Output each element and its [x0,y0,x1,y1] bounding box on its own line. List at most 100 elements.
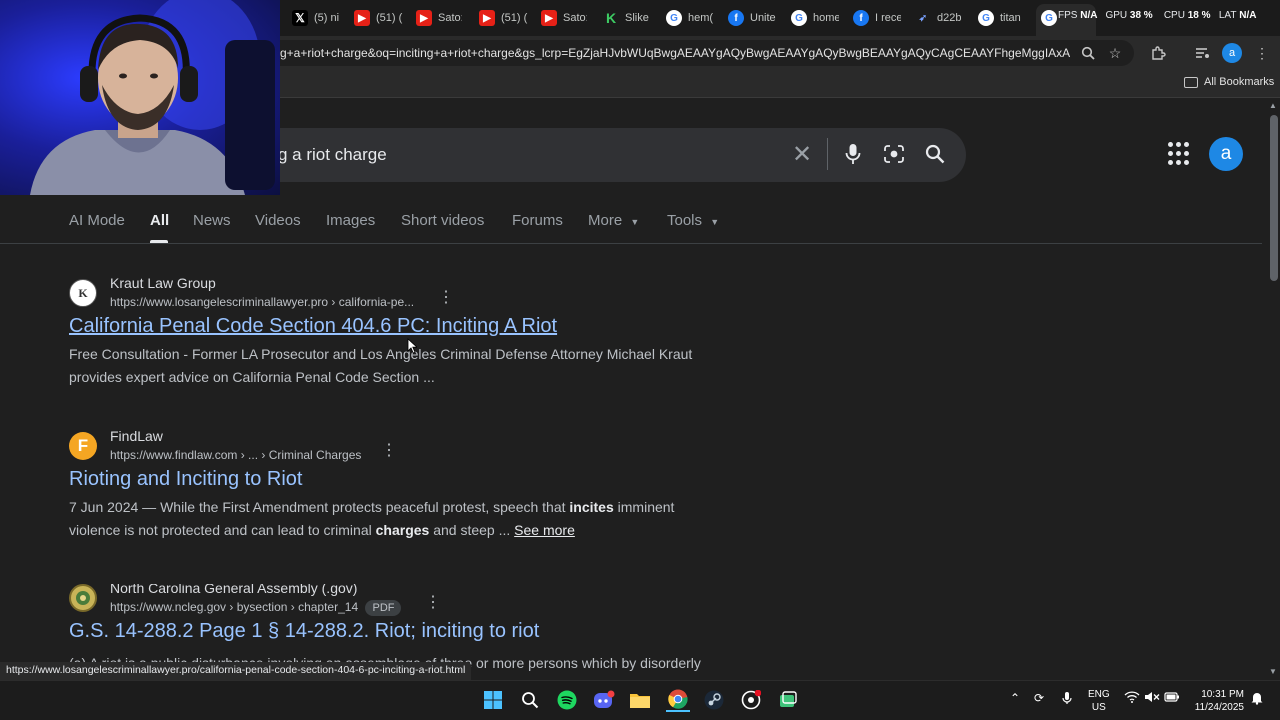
scrollbar-thumb[interactable] [1270,115,1278,281]
search-nav-tabs: AI Mode All News Videos Images Short vid… [0,208,1260,244]
tab-3[interactable]: ▶ (51) ( [479,6,529,30]
app-launcher-icon[interactable] [776,688,800,712]
battery-icon[interactable] [1164,691,1180,706]
tab-8[interactable]: G home [791,6,839,30]
file-explorer-icon[interactable] [628,688,652,712]
gpu-value: 38 % [1129,10,1153,21]
findlaw-favicon-icon[interactable]: F [69,432,97,460]
tab-4[interactable]: ▶ Sato: [541,6,587,30]
tools-button[interactable]: Tools ▼ [667,212,719,229]
youtube-icon: ▶ [541,10,557,26]
link-status-bubble: https://www.losangelescriminallawyer.pro… [0,662,472,680]
search-input[interactable]: g a riot charge [278,145,387,165]
tab-9[interactable]: f I rece [853,6,901,30]
volume-muted-icon[interactable] [1144,691,1160,706]
tray-overflow-icon[interactable]: ⌃ [1010,691,1020,705]
result-url[interactable]: https://www.losangelescriminallawyer.pro… [110,295,414,309]
spotify-icon[interactable] [555,688,579,712]
microphone-icon[interactable] [840,140,866,168]
tab-5[interactable]: K Slike [603,6,651,30]
search-icon[interactable] [922,140,948,168]
tab-6[interactable]: G hem( [666,6,714,30]
result-title-link[interactable]: Rioting and Inciting to Riot [69,468,302,491]
see-more-link[interactable]: See more [514,522,575,538]
snippet-highlight: charges [375,522,430,538]
zoom-icon[interactable] [1078,43,1098,63]
result-url[interactable]: https://www.ncleg.gov › bysection › chap… [110,600,402,616]
language-indicator[interactable]: ENG US [1088,688,1110,714]
chrome-icon[interactable] [666,688,690,712]
snippet-text: imminent [613,499,675,515]
profile-avatar-small[interactable]: a [1222,43,1242,63]
search-result: K Kraut Law Group https://www.losangeles… [69,275,769,399]
tab-label: (51) ( [501,12,528,24]
tab-ai-mode[interactable]: AI Mode [69,212,125,229]
tab-label: Unite [750,12,776,24]
pdf-badge: PDF [365,600,402,616]
extensions-icon[interactable] [1148,43,1168,63]
tab-all[interactable]: All [150,212,169,229]
tab-1[interactable]: ▶ (51) ( [354,6,404,30]
result-site-name[interactable]: North Carolina General Assembly (.gov) [110,584,357,596]
tab-forums[interactable]: Forums [512,212,563,229]
google-lens-icon[interactable] [881,140,907,168]
scroll-down-arrow-icon[interactable]: ▼ [1269,667,1277,676]
result-site-name[interactable]: Kraut Law Group [110,275,216,291]
result-more-icon[interactable]: ⋮ [438,290,454,306]
taskbar-search-icon[interactable] [518,688,542,712]
fps-value: N/A [1080,10,1098,21]
snippet-text: and steep ... [429,522,515,538]
webcam-person-image [30,0,275,195]
tab-2[interactable]: ▶ Sato: [416,6,462,30]
clear-search-icon[interactable]: ✕ [789,141,815,168]
scroll-up-arrow-icon[interactable]: ▲ [1269,101,1277,110]
tab-label: hem( [688,12,714,24]
discord-icon[interactable] [592,688,616,712]
tab-more[interactable]: More ▼ [588,212,639,229]
result-date: 7 Jun 2024 [69,499,139,515]
clock-date: 11/24/2025 [1194,702,1244,713]
result-title-link[interactable]: G.S. 14-288.2 Page 1 § 14-288.2. Riot; i… [69,620,539,643]
tab-label: Sato: [438,12,462,24]
tab-label: (51) ( [376,12,403,24]
result-more-icon[interactable]: ⋮ [425,595,441,611]
snippet-text: — While the First Amendment protects pea… [138,499,570,515]
tab-label: I rece [875,12,901,24]
kebab-menu-icon[interactable]: ⋮ [1252,43,1272,63]
microphone-tray-icon[interactable] [1062,691,1072,708]
tab-0[interactable]: 𝕏 (5) ni [292,6,340,30]
notification-bell-icon[interactable] [1251,691,1263,708]
nc-seal-icon[interactable] [69,584,97,612]
result-site-name[interactable]: FindLaw [110,428,163,444]
sync-icon[interactable]: ⟳ [1034,691,1044,705]
tab-10[interactable]: ➶ d22b [915,6,963,30]
mouse-cursor-icon [407,338,417,354]
result-title-link[interactable]: California Penal Code Section 404.6 PC: … [69,315,557,338]
tab-11[interactable]: G titan [978,6,1024,30]
tab-videos[interactable]: Videos [255,212,301,229]
tab-label: home [813,12,839,24]
bookmark-star-icon[interactable]: ☆ [1105,43,1125,63]
tab-7[interactable]: f Unite [728,6,776,30]
google-apps-icon[interactable] [1168,142,1192,166]
windows-start-icon[interactable] [481,688,505,712]
arrow-icon: ➶ [918,12,928,24]
clock-time: 10:31 PM [1201,689,1244,700]
kraut-favicon-icon[interactable]: K [69,279,97,307]
system-clock[interactable]: 10:31 PM 11/24/2025 [1186,688,1244,714]
snippet-line-1: Free Consultation - Former LA Prosecutor… [69,346,693,362]
result-url[interactable]: https://www.findlaw.com › ... › Criminal… [110,448,361,462]
webcam-overlay [0,0,280,195]
address-bar-url[interactable]: g+a+riot+charge&oq=inciting+a+riot+charg… [280,46,1070,60]
wifi-icon[interactable] [1124,691,1140,706]
kick-icon: K [603,10,619,26]
tab-images[interactable]: Images [326,212,375,229]
obs-recording-icon[interactable] [739,688,763,712]
result-more-icon[interactable]: ⋮ [381,443,397,459]
tab-news[interactable]: News [193,212,231,229]
all-bookmarks-button[interactable]: All Bookmarks [1184,76,1274,88]
tab-short-videos[interactable]: Short videos [401,212,484,229]
steam-icon[interactable] [702,688,726,712]
media-control-icon[interactable] [1192,43,1212,63]
profile-avatar[interactable]: a [1209,137,1243,171]
